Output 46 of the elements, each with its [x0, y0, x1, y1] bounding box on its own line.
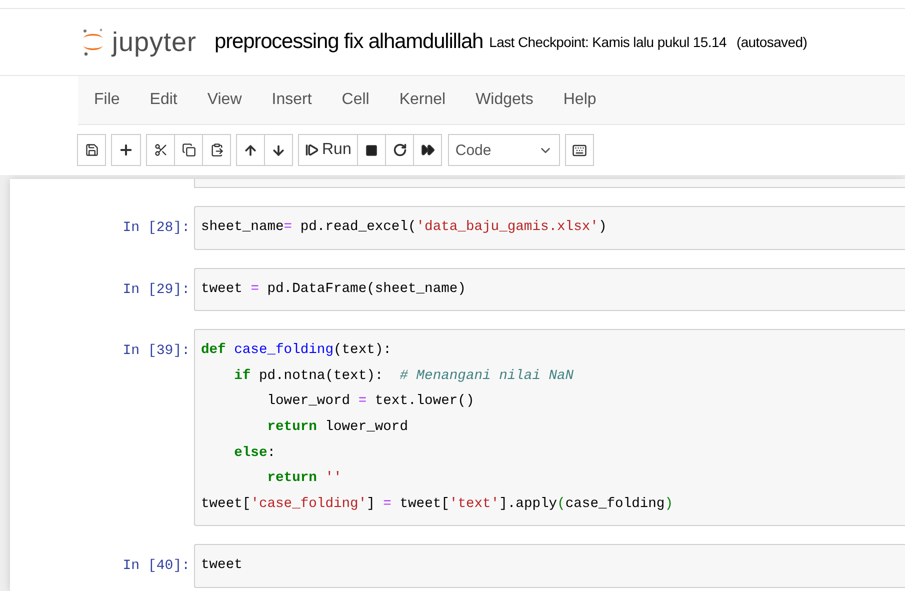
code-cell-input[interactable]: [194, 179, 905, 188]
keyboard-button[interactable]: [565, 134, 594, 166]
fast-forward-icon: [420, 143, 435, 157]
code-cell-input[interactable]: tweet = pd.DataFrame(sheet_name): [194, 268, 905, 312]
copy-button[interactable]: [174, 134, 203, 166]
run-button[interactable]: Run: [298, 134, 358, 166]
scissors-icon: [154, 143, 168, 157]
move-down-button[interactable]: [264, 134, 293, 166]
code-cell-input[interactable]: def case_folding(text): if pd.notna(text): # Menangani nilai NaN lower_word = text.lower() return lower_word else: return '' tweet['case_folding'] = tweet['text'].apply(case_folding): [194, 329, 905, 526]
restart-button[interactable]: [385, 134, 414, 166]
cell-prompt: In [29]:: [122, 280, 191, 300]
stop-button[interactable]: [357, 134, 386, 166]
menu-item[interactable]: Insert: [272, 91, 312, 109]
paste-button[interactable]: [202, 134, 231, 166]
menu-item[interactable]: Help: [563, 91, 596, 109]
autosave-status: (autosaved): [736, 34, 808, 50]
restart-icon: [392, 143, 407, 157]
code-cell-input[interactable]: tweet: [194, 544, 905, 588]
run-all-button[interactable]: [413, 134, 442, 166]
cell-prompt: In [39]:: [122, 342, 191, 362]
menu-item[interactable]: Widgets: [476, 91, 534, 109]
jupyter-logo-icon: [80, 27, 106, 57]
menu-item[interactable]: Edit: [150, 91, 178, 109]
arrow-down-icon: [271, 142, 286, 158]
keyboard-icon: [572, 142, 588, 158]
logo-text[interactable]: jupyter: [112, 26, 197, 58]
checkpoint-text: Last Checkpoint: Kamis lalu pukul 15.14: [489, 34, 726, 50]
step-forward-icon: [305, 143, 319, 157]
cell-prompt: In [28]:: [122, 219, 191, 238]
clipboard-icon: [210, 143, 224, 157]
menu-item[interactable]: View: [207, 91, 242, 109]
cut-button[interactable]: [146, 134, 175, 166]
menu-item[interactable]: File: [94, 91, 120, 109]
code-cell-input[interactable]: sheet_name= pd.read_excel('data_baju_gamis.xlsx'): [194, 206, 905, 250]
stop-icon: [365, 144, 378, 156]
menu-item[interactable]: Kernel: [399, 91, 446, 109]
insert-cell-button[interactable]: [111, 134, 141, 166]
menu-item[interactable]: Cell: [342, 91, 370, 109]
cell-type-select[interactable]: Code: [448, 134, 560, 166]
save-button[interactable]: [77, 134, 106, 166]
copy-icon: [182, 143, 196, 157]
move-up-button[interactable]: [236, 134, 265, 166]
save-icon: [84, 143, 98, 157]
cell-prompt: In [40]:: [122, 557, 191, 576]
notebook-name[interactable]: preprocessing fix alhamdulillah: [214, 30, 484, 54]
plus-icon: [118, 142, 134, 158]
